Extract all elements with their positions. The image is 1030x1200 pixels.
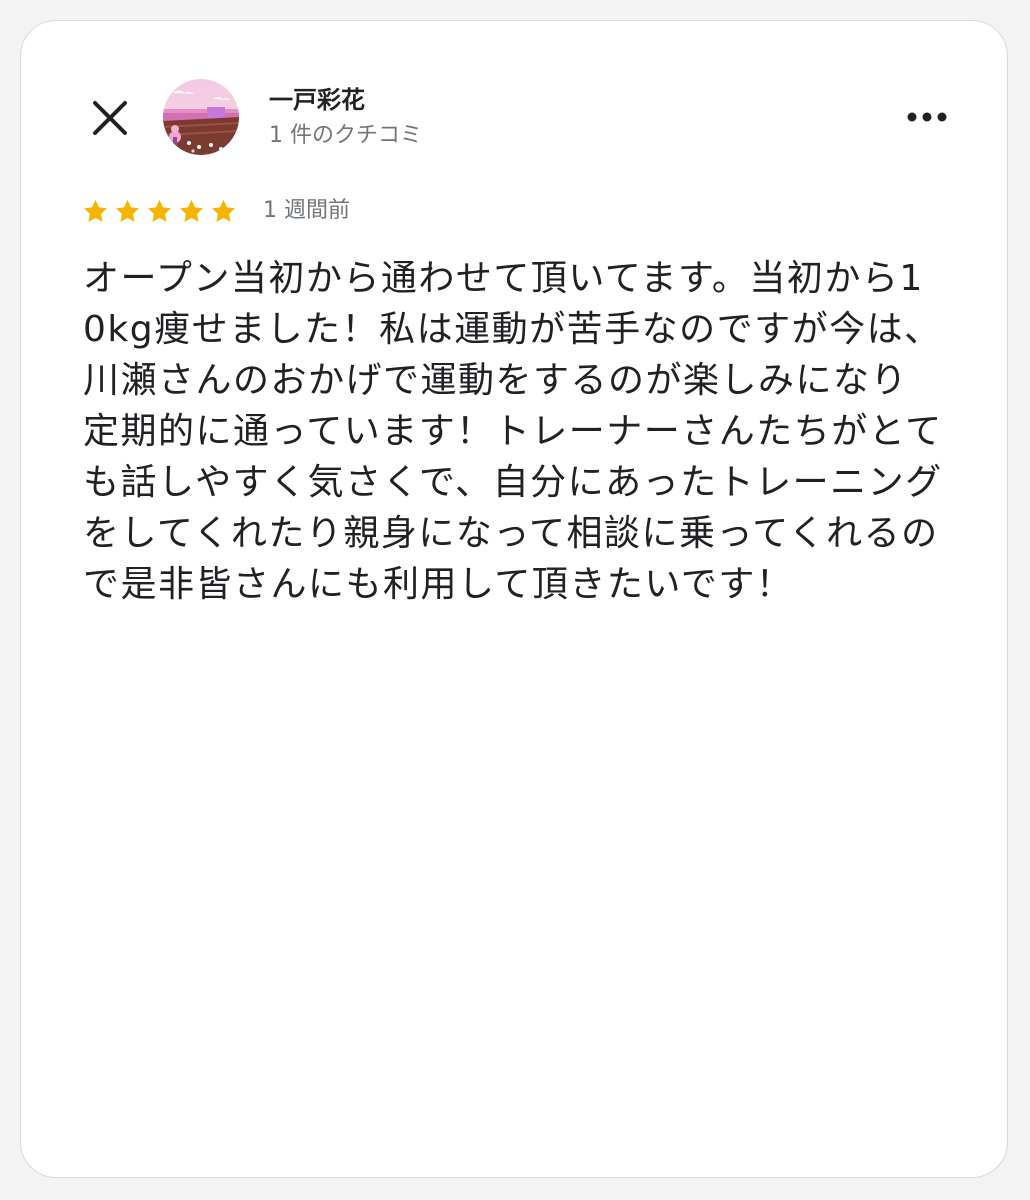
review-text: オープン当初から通わせて頂いてます。当初から10kg痩せました！私は運動が苦手な… (83, 258, 943, 605)
close-icon[interactable] (89, 97, 131, 139)
star-icon (84, 199, 107, 222)
star-rating (81, 196, 241, 226)
star-icon (212, 199, 235, 222)
star-icon (148, 199, 171, 222)
reviewer-name[interactable]: 一戸彩花 (269, 85, 365, 115)
avatar[interactable] (163, 79, 239, 155)
review-time: 1 週間前 (263, 198, 350, 223)
star-icon (180, 199, 203, 222)
review-dialog: 一戸彩花 1 件のクチコミ 1 週間前 オープン当初から通わせて頂いてます。当初… (20, 20, 1008, 1178)
reviewer-review-count: 1 件のクチコミ (269, 123, 422, 148)
more-horizontal-icon[interactable] (901, 101, 953, 133)
star-icon (116, 199, 139, 222)
